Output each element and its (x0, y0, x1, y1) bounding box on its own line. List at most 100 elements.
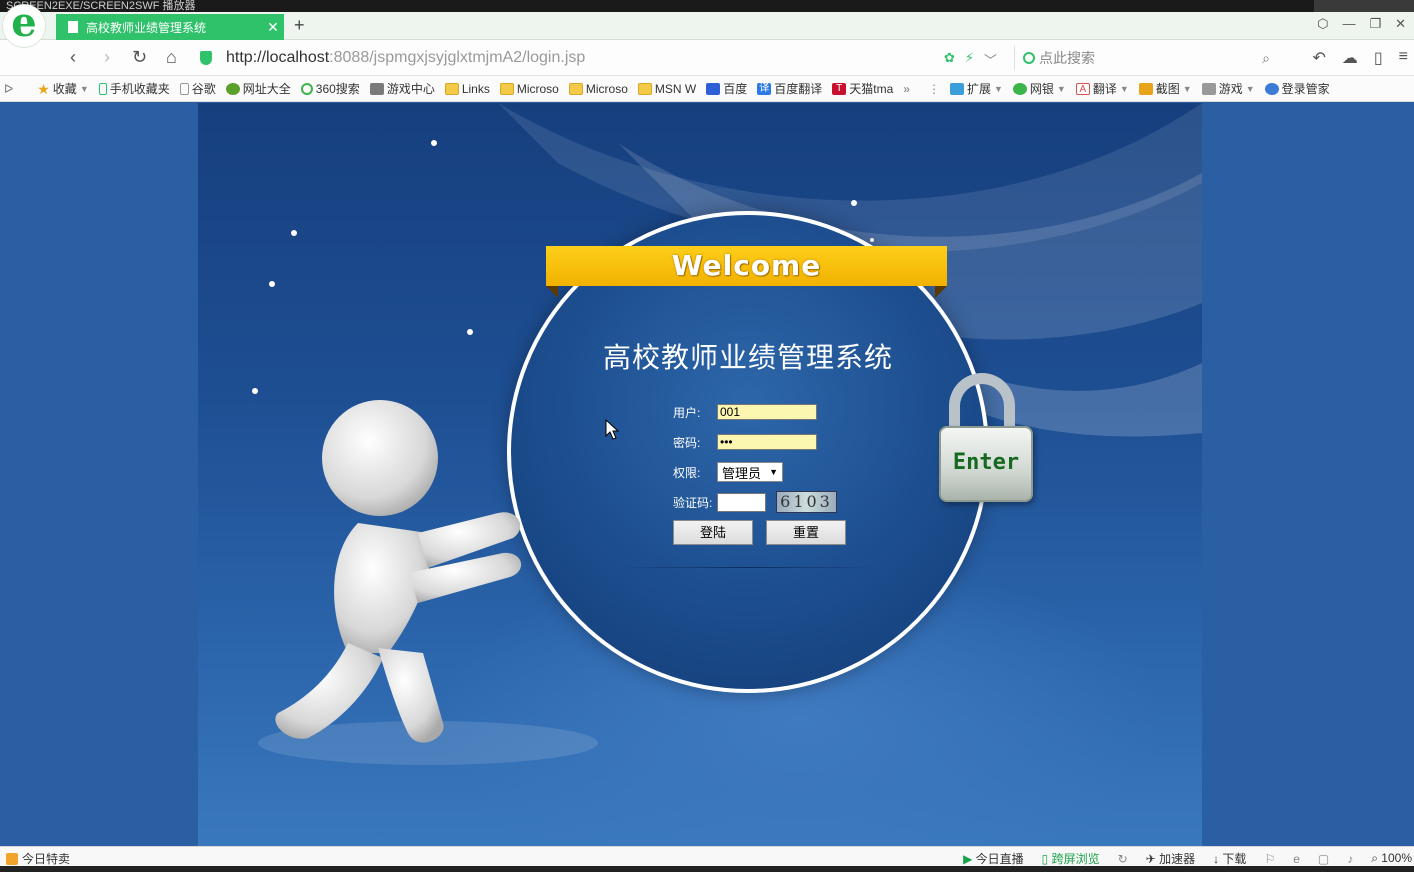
captcha-image[interactable]: 6103 (776, 491, 837, 513)
star-icon: ★ (37, 80, 50, 97)
password-row: 密码: ••• (673, 433, 817, 451)
security-shield-icon (200, 51, 212, 65)
close-tab-icon[interactable]: ✕ (262, 19, 284, 36)
captcha-input[interactable] (717, 492, 766, 512)
minimize-button[interactable]: — (1342, 16, 1355, 32)
bookmark-mobile[interactable]: 手机收藏夹 (98, 80, 170, 97)
bookmark-baidu[interactable]: 百度 (706, 80, 747, 97)
captcha-label: 验证码: (673, 495, 713, 510)
taskbar-strip (0, 866, 1414, 872)
back-button[interactable]: ‹ (70, 47, 76, 68)
bookmark-360-search[interactable]: 360搜索 (300, 80, 360, 97)
bookmark-links[interactable]: Links (444, 82, 490, 96)
gamepad-icon (1201, 82, 1216, 95)
bookmark-microsoft-1[interactable]: Microso (499, 82, 559, 96)
status-tools: ▶ 今日直播 ▯ 跨屏浏览 ↻ ✈ 加速器 ↓ 下载 ⚐ e ▢ ♪ ⌕ 100… (963, 850, 1412, 867)
ie-icon[interactable]: e (1293, 852, 1300, 866)
dropdown-arrow-icon: ▼ (769, 467, 778, 477)
online-bank-button[interactable]: 网银 ▼ (1012, 80, 1066, 97)
flag-icon[interactable]: ⚐ (1264, 852, 1275, 866)
password-label: 密码: (673, 435, 701, 450)
menu-icon[interactable]: ≡ (1399, 48, 1408, 68)
window-title-controls[interactable] (1314, 0, 1414, 12)
address-icons: ✿ ⚡ ﹀ (944, 50, 997, 69)
sidebar-toggle-icon[interactable]: ᐅ (4, 82, 13, 96)
folder-icon (637, 82, 652, 95)
login-manager-button[interactable]: 登录管家 (1264, 80, 1330, 97)
user-row: 用户: 001 (673, 403, 817, 421)
search-icon[interactable]: ⌕ (1262, 50, 1270, 67)
forward-button[interactable]: › (104, 47, 110, 68)
today-deals[interactable]: 今日特卖 (6, 850, 70, 867)
lightning-icon[interactable]: ⚡ (965, 50, 974, 69)
cloud-icon[interactable]: ☁ (1342, 48, 1358, 68)
bookmark-microsoft-2[interactable]: Microso (568, 82, 628, 96)
address-bar[interactable]: http://localhost:8088/jspmgxjsyjglxtmjmA… (200, 46, 1010, 70)
window-title-bar: SCREEN2EXE/SCREEN2SWF 播放器 (0, 0, 1414, 12)
page-icon (179, 82, 189, 95)
search-box[interactable]: 点此搜索 ⌕ (1014, 46, 1280, 70)
bookmark-more[interactable]: » (903, 82, 910, 96)
gamepad-icon (369, 82, 384, 95)
folder-icon (444, 82, 459, 95)
search-engine-icon[interactable] (1023, 52, 1035, 64)
sound-icon[interactable]: ♪ (1347, 852, 1353, 866)
tab-title: 高校教师业绩管理系统 (86, 20, 207, 35)
login-button[interactable]: 登陆 (673, 520, 753, 545)
bookmark-msn[interactable]: MSN W (637, 82, 696, 96)
live-button[interactable]: ▶ 今日直播 (963, 850, 1024, 867)
translate-button[interactable]: A 翻译 ▼ (1075, 80, 1129, 97)
browser-logo-icon[interactable]: e (2, 3, 46, 48)
extensions-button[interactable]: 扩展 ▼ (949, 80, 1003, 97)
bookmark-google[interactable]: 谷歌 (179, 80, 216, 97)
phone-icon[interactable]: ▯ (1374, 48, 1383, 68)
accelerate-icon[interactable]: ✿ (944, 50, 955, 69)
folder-icon (568, 82, 583, 95)
refresh-button[interactable]: ↻ (132, 47, 147, 68)
zoom-level[interactable]: ⌕ 100% (1371, 851, 1412, 866)
password-input[interactable]: ••• (717, 434, 817, 450)
games-button[interactable]: 游戏 ▼ (1201, 80, 1255, 97)
window-controls: ⬡ — ❐ ✕ (1317, 16, 1406, 32)
bookmark-baidu-translate[interactable]: 译百度翻译 (757, 80, 822, 97)
accelerator-button[interactable]: ✈ 加速器 (1146, 850, 1195, 867)
lock-body: Enter (939, 426, 1033, 502)
search-input[interactable]: 点此搜索 (1039, 48, 1262, 68)
skin-icon[interactable]: ⬡ (1317, 16, 1328, 32)
user-label: 用户: (673, 405, 701, 420)
mouse-cursor-icon (605, 419, 619, 440)
address-url[interactable]: http://localhost:8088/jspmgxjsyjglxtmjmA… (226, 49, 585, 67)
browser-tab[interactable]: 高校教师业绩管理系统 ✕ (56, 14, 284, 40)
role-select[interactable]: 管理员 ▼ (717, 462, 783, 482)
key-icon (1264, 82, 1279, 95)
window-icon[interactable]: ▢ (1318, 852, 1329, 866)
welcome-ribbon: Welcome (546, 246, 947, 298)
page-icon (68, 21, 78, 33)
reset-button[interactable]: 重置 (766, 520, 846, 545)
new-tab-button[interactable]: + (294, 15, 305, 36)
enter-lock-button[interactable]: Enter (939, 373, 1033, 503)
close-window-button[interactable]: ✕ (1395, 16, 1406, 32)
bookmark-favorites[interactable]: ★ 收藏 ▼ (37, 80, 89, 97)
download-button[interactable]: ↓ 下载 (1213, 850, 1246, 867)
pushing-figure-illustration (275, 400, 522, 743)
status-bar: 今日特卖 ▶ 今日直播 ▯ 跨屏浏览 ↻ ✈ 加速器 ↓ 下载 ⚐ e ▢ ♪ … (0, 846, 1414, 866)
dropdown-icon[interactable]: ﹀ (984, 50, 997, 69)
welcome-text: Welcome (671, 249, 822, 282)
page-content: Welcome 高校教师业绩管理系统 用户: 001 密码: ••• 权限: 管… (0, 103, 1414, 846)
cross-screen-button[interactable]: ▯ 跨屏浏览 (1042, 850, 1100, 867)
user-input[interactable]: 001 (717, 404, 817, 420)
bookmark-divider: ⋮ (927, 81, 940, 96)
tmall-icon: T (832, 82, 847, 95)
folder-icon (499, 82, 514, 95)
bookmark-site-nav[interactable]: 网址大全 (225, 80, 291, 97)
gift-icon (6, 852, 18, 865)
home-button[interactable]: ⌂ (166, 47, 177, 68)
bookmark-tmall[interactable]: T 天猫tma (832, 80, 893, 97)
refresh-status-icon[interactable]: ↻ (1118, 852, 1128, 866)
undo-icon[interactable]: ↶ (1312, 48, 1325, 68)
restore-button[interactable]: ❐ (1369, 16, 1381, 32)
screenshot-button[interactable]: 截图 ▼ (1138, 80, 1192, 97)
bookmark-game-center[interactable]: 游戏中心 (369, 80, 435, 97)
extension-icon (949, 82, 964, 95)
